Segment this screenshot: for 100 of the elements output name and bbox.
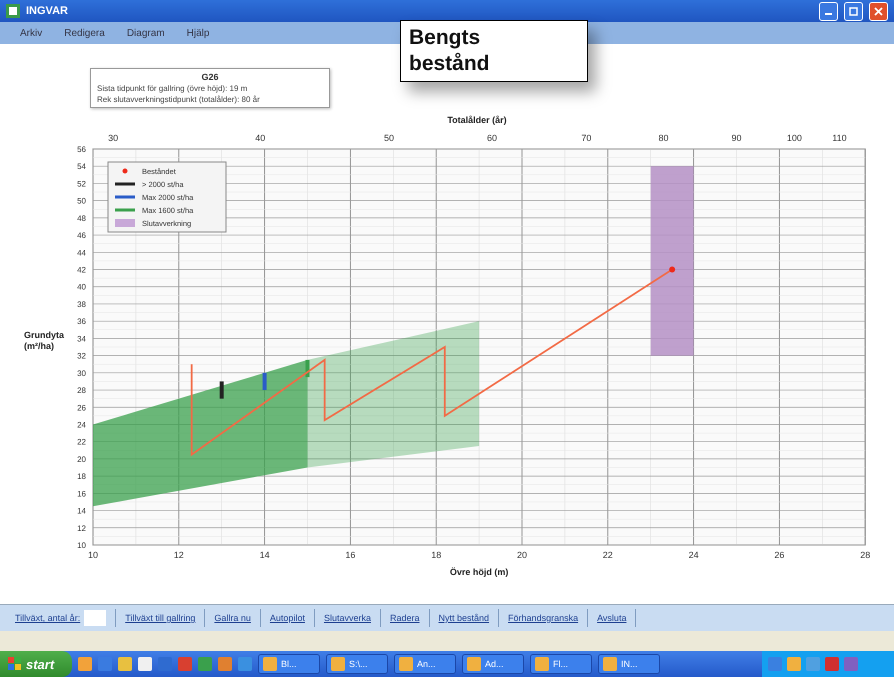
years-input[interactable]: [84, 610, 106, 626]
action-link[interactable]: Slutavverka: [324, 613, 371, 623]
tick-label: 10: [77, 541, 86, 550]
axis-title: Totalålder (år): [447, 115, 507, 125]
quick-launch-icon[interactable]: [138, 657, 152, 671]
task-icon: [467, 657, 481, 671]
tray-icon[interactable]: [825, 657, 839, 671]
tick-label: 16: [345, 550, 356, 560]
tick-label: 18: [77, 472, 86, 482]
tick-label: 46: [77, 231, 86, 240]
window-title: INGVAR: [26, 5, 69, 17]
task-icon: [331, 657, 345, 671]
tick-label: 44: [77, 248, 86, 258]
action-link[interactable]: Tillväxt till gallring: [125, 613, 196, 623]
stand-point: [669, 266, 676, 272]
tick-label: 28: [77, 386, 86, 396]
quick-launch-icon[interactable]: [118, 657, 132, 671]
tick-label: 56: [77, 144, 86, 154]
axis-title: Grundyta (m²/ha): [24, 330, 64, 351]
tick-label: 48: [77, 214, 86, 223]
menu-item[interactable]: Redigera: [64, 28, 105, 38]
tick-label: 12: [174, 550, 184, 560]
action-link[interactable]: Nytt bestånd: [438, 613, 490, 623]
quick-launch-icon[interactable]: [238, 657, 252, 671]
tick-label: 40: [77, 282, 86, 292]
menu-item[interactable]: Hjälp: [186, 28, 210, 38]
tray-icon[interactable]: [787, 657, 801, 671]
quick-launch-icon[interactable]: [218, 657, 232, 671]
taskbar-task[interactable]: S:\...: [326, 654, 388, 674]
density-marker: [306, 360, 310, 378]
tick-label: 90: [732, 133, 742, 143]
tick-label: 28: [860, 550, 870, 560]
tick-label: 54: [77, 162, 86, 172]
tick-label: 110: [832, 133, 847, 143]
tick-label: 10: [88, 550, 98, 560]
tick-label: 30: [108, 133, 118, 143]
tick-label: 26: [77, 403, 86, 412]
tick-label: 42: [77, 266, 86, 274]
quick-launch-icon[interactable]: [98, 657, 112, 671]
maximize-icon: [849, 6, 858, 16]
menu-item[interactable]: Arkiv: [20, 28, 42, 38]
tick-label: 12: [77, 524, 86, 533]
info-text: Sista tidpunkt för gallring (övre höjd): 19 m: [97, 84, 248, 93]
tray-icon[interactable]: [806, 657, 820, 671]
taskbar-task[interactable]: Ad...: [462, 654, 524, 674]
info-title: G26: [200, 72, 220, 82]
minimize-icon: [825, 13, 832, 15]
tick-label: 20: [77, 454, 86, 464]
start-button[interactable]: start: [0, 651, 72, 677]
taskbar-task[interactable]: Bl...: [258, 654, 320, 674]
action-link[interactable]: Avsluta: [597, 613, 626, 623]
tick-label: 40: [255, 133, 266, 143]
tick-label: 24: [688, 550, 699, 560]
menu-item[interactable]: Diagram: [126, 28, 165, 38]
taskbar-task[interactable]: IN...: [598, 654, 660, 674]
tick-label: 60: [486, 133, 497, 143]
action-link[interactable]: Radera: [390, 613, 420, 623]
task-icon: [535, 657, 549, 671]
taskbar-task[interactable]: An...: [394, 654, 456, 674]
tick-label: 50: [77, 196, 86, 206]
tick-label: 80: [658, 133, 669, 143]
action-link[interactable]: Gallra nu: [214, 613, 251, 623]
tick-label: 50: [384, 133, 394, 143]
info-text: Rek slutavverkningstidpunkt (totalålder): 80 år: [97, 95, 261, 104]
density-marker: [262, 372, 267, 390]
growth-link[interactable]: Tillväxt, antal år:: [15, 613, 80, 623]
task-icon: [399, 657, 413, 671]
windows-logo-icon: [8, 657, 22, 671]
minimize-button[interactable]: [819, 2, 838, 20]
tick-label: 36: [77, 317, 86, 326]
close-icon: [874, 6, 883, 16]
quick-launch-icon[interactable]: [178, 657, 192, 671]
density-marker: [220, 381, 224, 399]
action-link[interactable]: Autopilot: [270, 613, 305, 623]
tick-label: 14: [260, 550, 270, 560]
tick-label: 32: [77, 352, 86, 361]
tick-label: 20: [517, 550, 527, 560]
tick-label: 100: [786, 133, 802, 143]
quick-launch-icon[interactable]: [78, 657, 92, 671]
tick-label: 34: [77, 334, 86, 344]
tray-icon[interactable]: [768, 657, 782, 671]
maximize-button[interactable]: [844, 2, 863, 20]
quick-launch-icon[interactable]: [198, 657, 212, 671]
tray-icon[interactable]: [844, 657, 858, 671]
tick-label: 70: [581, 133, 592, 143]
taskbar-task[interactable]: Fl...: [530, 654, 592, 674]
task-icon: [263, 657, 277, 671]
tick-label: 22: [602, 550, 613, 560]
tick-label: 52: [77, 179, 86, 188]
tick-label: 14: [77, 506, 86, 516]
tick-label: 30: [77, 368, 86, 378]
action-link[interactable]: Förhandsgranska: [508, 613, 578, 623]
quick-launch-icon[interactable]: [158, 657, 172, 671]
axis-title: Övre höjd (m): [450, 567, 508, 577]
task-icon: [603, 657, 617, 671]
tick-label: 38: [77, 300, 86, 309]
tick-label: 16: [77, 489, 86, 498]
tick-label: 22: [77, 438, 86, 447]
close-button[interactable]: [869, 2, 888, 20]
callout-text: bestånd: [409, 51, 491, 77]
